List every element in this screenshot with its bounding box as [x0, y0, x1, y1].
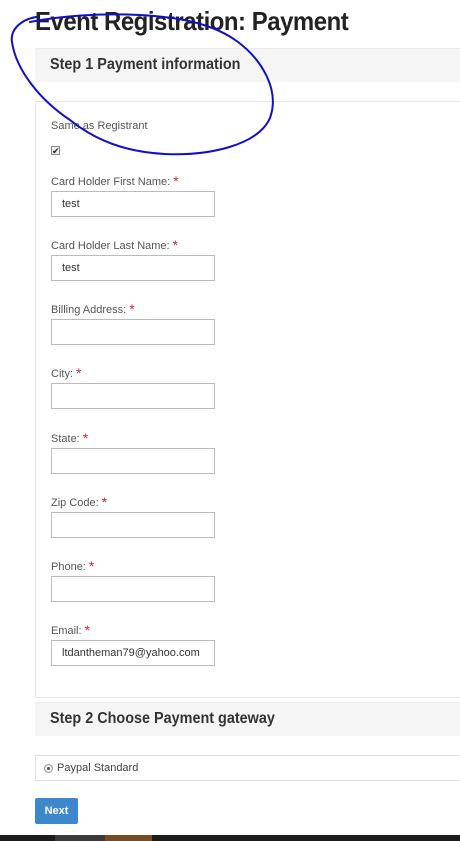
required-asterisk: *: [76, 365, 82, 381]
step1-header: Step 1 Payment information: [35, 48, 460, 82]
required-asterisk: *: [82, 430, 89, 446]
required-asterisk: *: [88, 558, 95, 574]
email-field[interactable]: [51, 640, 215, 666]
payment-gateway-option[interactable]: Paypal Standard: [35, 755, 460, 781]
paypal-label: Paypal Standard: [57, 762, 139, 774]
state-label: State: *: [51, 430, 89, 446]
required-asterisk: *: [84, 622, 91, 638]
page-title: Event Registration: Payment: [35, 6, 349, 36]
billing-address-field[interactable]: [51, 319, 215, 345]
step2-header: Step 2 Choose Payment gateway: [35, 702, 460, 736]
required-asterisk: *: [173, 173, 179, 189]
first-name-label: Card Holder First Name: *: [51, 173, 179, 189]
first-name-field[interactable]: [51, 191, 215, 217]
paypal-radio[interactable]: [44, 764, 53, 773]
required-asterisk: *: [101, 494, 108, 510]
state-field[interactable]: [51, 448, 215, 474]
billing-address-label: Billing Address: *: [51, 301, 135, 317]
footer-strip: [0, 835, 460, 841]
phone-field[interactable]: [51, 576, 215, 602]
step2-heading: Step 2 Choose Payment gateway: [50, 710, 275, 727]
email-label: Email: *: [51, 622, 91, 638]
city-label: City: *: [51, 365, 82, 381]
same-as-registrant-label: Same as Registrant: [51, 120, 148, 132]
zip-code-field[interactable]: [51, 512, 215, 538]
city-field[interactable]: [51, 383, 215, 409]
required-asterisk: *: [172, 237, 179, 253]
same-as-registrant-checkbox[interactable]: ✔: [51, 146, 60, 156]
step1-heading: Step 1 Payment information: [50, 56, 241, 73]
last-name-field[interactable]: [51, 255, 215, 281]
next-button[interactable]: Next: [35, 798, 78, 824]
phone-label: Phone: *: [51, 558, 95, 574]
last-name-label: Card Holder Last Name: *: [51, 237, 179, 253]
zip-code-label: Zip Code: *: [51, 494, 108, 510]
required-asterisk: *: [129, 301, 135, 317]
